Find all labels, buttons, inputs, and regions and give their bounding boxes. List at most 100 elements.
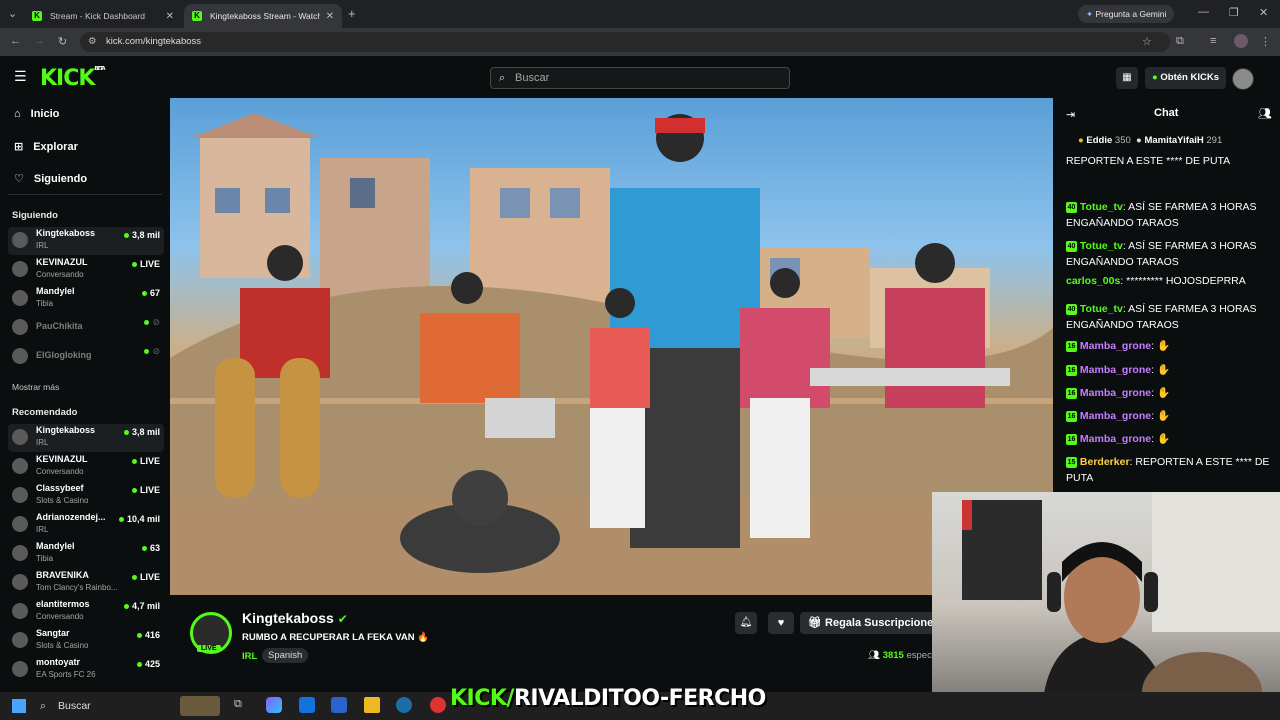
bookmark-star-icon[interactable]: ☆: [1142, 35, 1152, 48]
category-link[interactable]: IRL: [242, 651, 257, 662]
store-icon[interactable]: [331, 697, 347, 713]
tab-dashboard[interactable]: K Stream - Kick Dashboard ✕: [24, 4, 182, 28]
follow-button[interactable]: ♥: [768, 612, 794, 634]
copilot-icon[interactable]: [266, 697, 282, 713]
sidebar-channel[interactable]: Kingtekaboss IRL 3,8 mil: [8, 424, 164, 452]
chat-username[interactable]: Mamba_grone: [1080, 340, 1151, 352]
window-close-icon[interactable]: ✕: [1259, 6, 1268, 19]
chat-users-icon[interactable]: 👥︎: [1258, 107, 1272, 120]
sidebar-channel[interactable]: Kingtekaboss IRL 3,8 mil: [8, 227, 164, 255]
chat-username[interactable]: Mamba_grone: [1080, 433, 1151, 445]
collapse-chat-icon[interactable]: ⇥: [1066, 108, 1075, 121]
user-avatar[interactable]: [1232, 68, 1254, 90]
steam-icon[interactable]: [396, 697, 412, 713]
file-explorer-icon[interactable]: [364, 697, 380, 713]
notification-button[interactable]: 🔔︎: [735, 612, 757, 634]
sidebar-channel[interactable]: Mandylel Tibia 63: [8, 540, 164, 568]
gift-subs-label: Regala Suscripciones: [825, 617, 940, 629]
search-input[interactable]: ⌕ Buscar: [490, 67, 790, 89]
menu-dots-icon[interactable]: ⋮: [1260, 35, 1271, 48]
sidebar-channel[interactable]: Sangtar Slots & Casino 416: [8, 627, 164, 655]
browser-tab-bar: ⌄ K Stream - Kick Dashboard ✕ K Kingteka…: [0, 0, 1280, 28]
kick-favicon-icon: K: [32, 11, 42, 21]
site-info-icon[interactable]: ⚙: [88, 32, 97, 52]
url-field[interactable]: ⚙ kick.com/kingtekaboss: [80, 32, 1170, 52]
chat-username[interactable]: Mamba_grone: [1080, 410, 1151, 422]
tab-list-icon[interactable]: ⌄: [8, 7, 17, 20]
chat-username[interactable]: Berderker: [1080, 456, 1130, 468]
media-icon[interactable]: ≡: [1210, 35, 1216, 47]
nav-label: Inicio: [30, 108, 60, 120]
widget-icon[interactable]: [180, 696, 220, 716]
kick-logo[interactable]: KICKBETA: [40, 66, 106, 91]
forward-icon[interactable]: →: [34, 35, 45, 47]
sidebar-channel[interactable]: PauChikita ⊘: [8, 314, 164, 342]
task-view-icon[interactable]: ⧉: [234, 698, 242, 711]
channel-name: Kingtekaboss: [36, 425, 96, 435]
sidebar-channel[interactable]: KEVINAZUL Conversando LIVE: [8, 256, 164, 284]
minimize-icon[interactable]: —: [1198, 6, 1209, 18]
chat-username[interactable]: Mamba_grone: [1080, 364, 1151, 376]
video-player[interactable]: [170, 98, 1053, 595]
divider: [8, 194, 162, 195]
reload-icon[interactable]: ↻: [58, 35, 67, 48]
sidebar-channel[interactable]: Adrianozendej... IRL 10,4 mil: [8, 511, 164, 539]
sidebar-channel[interactable]: montoyatr EA Sports FC 26 425: [8, 656, 164, 684]
maximize-icon[interactable]: ❐: [1229, 6, 1239, 19]
url-text: kick.com/kingtekaboss: [106, 36, 202, 47]
search-icon: ⌕: [499, 72, 506, 84]
chrome-icon[interactable]: [430, 697, 446, 713]
gifter-name[interactable]: MamitaYifaiH: [1144, 135, 1203, 146]
windows-start-icon[interactable]: [12, 699, 26, 713]
taskbar-search[interactable]: ⌕ Buscar: [36, 696, 176, 716]
extensions-icon[interactable]: ⧉: [1176, 35, 1184, 48]
chat-username[interactable]: Mamba_grone: [1080, 387, 1151, 399]
profile-avatar[interactable]: [1234, 34, 1248, 48]
show-more-link[interactable]: Mostrar más: [12, 382, 59, 392]
back-icon[interactable]: ←: [10, 35, 21, 47]
video-frame: [170, 113, 1053, 595]
chat-message: 16 Mamba_grone: ✋: [1066, 364, 1171, 376]
gemini-button[interactable]: ✦ Pregunta a Gemini: [1078, 5, 1175, 23]
sub-badge: 16: [1066, 340, 1077, 352]
channel-avatar: [12, 290, 28, 306]
sub-badge: 15: [1066, 456, 1077, 468]
sidebar-channel[interactable]: ElGlogloking ⊘: [8, 343, 164, 371]
sidebar-channel[interactable]: elantitermos Conversando 4,7 mil: [8, 598, 164, 626]
channel-avatar: [12, 261, 28, 277]
nav-label: Siguiendo: [33, 172, 88, 185]
tab-title: Stream - Kick Dashboard: [50, 11, 145, 21]
nav-siguiendo[interactable]: ♡ Siguiendo: [14, 172, 88, 186]
chat-username[interactable]: Totue_tv: [1080, 201, 1123, 213]
sidebar-channel[interactable]: Classybeef Slots & Casino LIVE: [8, 482, 164, 510]
streamer-name[interactable]: Kingtekaboss: [242, 610, 334, 626]
sidebar-channel[interactable]: KEVINAZUL Conversando LIVE: [8, 453, 164, 481]
close-tab-icon[interactable]: ✕: [166, 11, 174, 22]
new-tab-icon[interactable]: +: [348, 6, 356, 21]
chat-message: 40 Totue_tv: ASÍ SE FARMEA 3 HORAS ENGAÑ…: [1066, 240, 1257, 268]
close-tab-icon[interactable]: ✕: [326, 11, 334, 22]
outlook-icon[interactable]: [299, 697, 315, 713]
tab-stream[interactable]: K Kingtekaboss Stream - Watch L ✕: [184, 4, 342, 28]
chat-username[interactable]: Totue_tv: [1080, 303, 1123, 315]
channel-category: Slots & Casino: [36, 641, 89, 650]
channel-name: KEVINAZUL: [36, 454, 88, 464]
language-tag[interactable]: Spanish: [262, 648, 309, 663]
chat-text: ********* HOJOSDEPRRA: [1126, 275, 1246, 287]
chat-username[interactable]: Totue_tv: [1080, 240, 1123, 252]
streamer-banner: KICK/RIVALDITOO-FERCHO: [450, 686, 766, 711]
nav-inicio[interactable]: ⌂ Inicio: [14, 108, 59, 120]
channel-name: Kingtekaboss: [36, 228, 96, 238]
kicks-icon: ●: [1152, 72, 1158, 83]
theater-mode-button[interactable]: ▦: [1116, 67, 1138, 89]
sidebar-channel[interactable]: BRAVENIKA Tom Clancy's Rainbo... LIVE: [8, 569, 164, 597]
get-kicks-button[interactable]: ● Obtén KICKs: [1145, 67, 1226, 89]
sidebar-channel[interactable]: Mandylel Tibia 67: [8, 285, 164, 313]
nav-explorar[interactable]: ⊞ Explorar: [14, 140, 78, 154]
gifter-name[interactable]: Eddie: [1086, 135, 1112, 146]
verified-icon: ✔: [337, 612, 348, 626]
chat-username[interactable]: carlos_00s: [1066, 275, 1120, 287]
gift-subs-button[interactable]: 🎁︎ Regala Suscripciones: [800, 612, 948, 634]
hamburger-menu-icon[interactable]: ☰: [14, 68, 27, 85]
channel-category: Conversando: [36, 270, 84, 279]
